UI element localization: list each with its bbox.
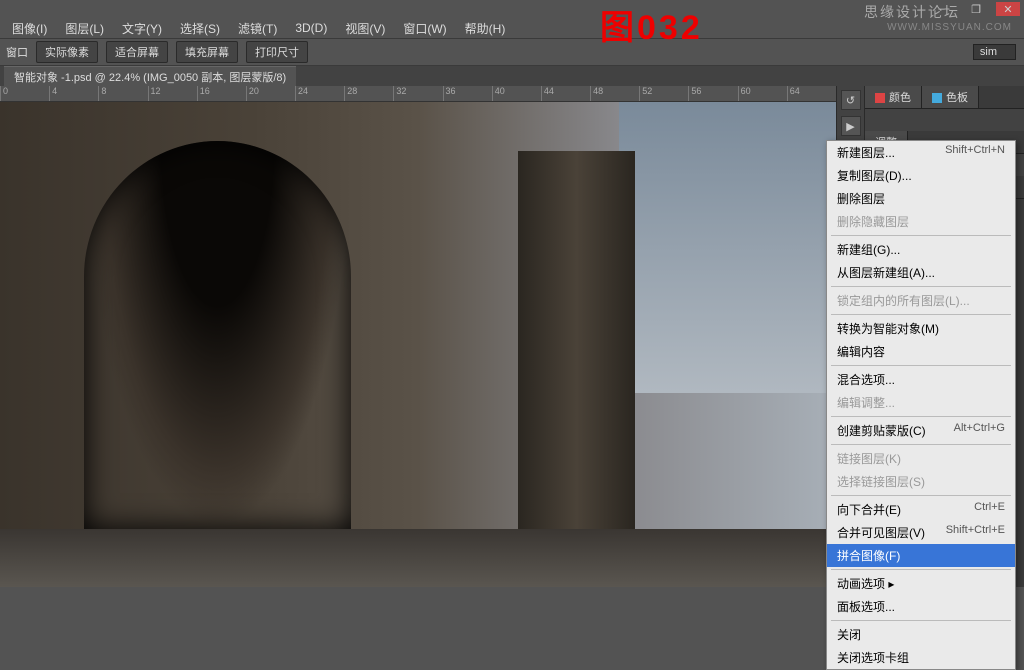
menu-help[interactable]: 帮助(H)	[459, 18, 512, 39]
menu-type[interactable]: 文字(Y)	[116, 18, 168, 39]
ruler-tick: 60	[738, 86, 787, 101]
ruler-tick: 44	[541, 86, 590, 101]
ruler-tick: 16	[197, 86, 246, 101]
context-item[interactable]: 转换为智能对象(M)	[827, 317, 1015, 340]
ruler-tick: 40	[492, 86, 541, 101]
fit-screen-button[interactable]: 适合屏幕	[106, 41, 168, 63]
context-item: 锁定组内的所有图层(L)...	[827, 289, 1015, 312]
menu-3d[interactable]: 3D(D)	[289, 19, 333, 37]
menu-image[interactable]: 图像(I)	[6, 18, 53, 39]
menu-window[interactable]: 窗口(W)	[397, 18, 452, 39]
ruler-tick: 24	[295, 86, 344, 101]
forum-logo: 思缘设计论坛	[864, 2, 960, 22]
context-item[interactable]: 拼合图像(F)	[827, 544, 1015, 567]
maximize-button[interactable]: ❐	[964, 2, 988, 16]
title-bar: 思缘设计论坛 — ❐ ✕	[0, 0, 1024, 18]
overlay-figure-label: 图032	[600, 0, 703, 49]
watermark: WWW.MISSYUAN.COM	[887, 22, 1012, 33]
context-item[interactable]: 合并可见图层(V)Shift+Ctrl+E	[827, 521, 1015, 544]
context-item[interactable]: 复制图层(D)...	[827, 164, 1015, 187]
context-separator	[831, 314, 1011, 315]
options-label: 窗口	[6, 44, 28, 60]
context-separator	[831, 495, 1011, 496]
context-item: 链接图层(K)	[827, 447, 1015, 470]
document-tab-bar: 智能对象 -1.psd @ 22.4% (IMG_0050 副本, 图层蒙版/8…	[0, 66, 1024, 86]
history-icon[interactable]: ↺	[841, 90, 861, 110]
ruler-tick: 52	[639, 86, 688, 101]
menu-select[interactable]: 选择(S)	[174, 18, 226, 39]
context-separator	[831, 365, 1011, 366]
context-item[interactable]: 关闭	[827, 623, 1015, 646]
menu-filter[interactable]: 滤镜(T)	[232, 18, 283, 39]
options-bar: 窗口 实际像素 适合屏幕 填充屏幕 打印尺寸 sim	[0, 38, 1024, 66]
context-separator	[831, 620, 1011, 621]
print-size-button[interactable]: 打印尺寸	[246, 41, 308, 63]
play-icon[interactable]: ▶	[841, 116, 861, 136]
context-item[interactable]: 动画选项 ▸	[827, 572, 1015, 595]
context-item: 选择链接图层(S)	[827, 470, 1015, 493]
context-item[interactable]: 创建剪贴蒙版(C)Alt+Ctrl+G	[827, 419, 1015, 442]
ruler-tick: 0	[0, 86, 49, 101]
ruler-tick: 20	[246, 86, 295, 101]
fill-screen-button[interactable]: 填充屏幕	[176, 41, 238, 63]
context-separator	[831, 569, 1011, 570]
menu-layer[interactable]: 图层(L)	[59, 18, 110, 39]
actual-pixels-button[interactable]: 实际像素	[36, 41, 98, 63]
context-item[interactable]: 新建组(G)...	[827, 238, 1015, 261]
ruler-tick: 32	[393, 86, 442, 101]
ruler-tick: 56	[688, 86, 737, 101]
context-separator	[831, 235, 1011, 236]
context-item[interactable]: 混合选项...	[827, 368, 1015, 391]
context-item[interactable]: 新建图层...Shift+Ctrl+N	[827, 141, 1015, 164]
document-tab[interactable]: 智能对象 -1.psd @ 22.4% (IMG_0050 副本, 图层蒙版/8…	[4, 66, 296, 87]
context-separator	[831, 416, 1011, 417]
context-item[interactable]: 面板选项...	[827, 595, 1015, 618]
panel-color[interactable]: 颜色	[865, 86, 922, 108]
context-separator	[831, 444, 1011, 445]
panel-swatches[interactable]: 色板	[922, 86, 979, 108]
context-item[interactable]: 删除图层	[827, 187, 1015, 210]
ruler-tick: 12	[148, 86, 197, 101]
canvas-area: 0 4 8 12 16 20 24 28 32 36 40 44 48 52 5…	[0, 86, 836, 587]
context-item: 删除隐藏图层	[827, 210, 1015, 233]
ruler-tick: 4	[49, 86, 98, 101]
ruler-tick: 48	[590, 86, 639, 101]
ruler-tick: 8	[98, 86, 147, 101]
context-item[interactable]: 向下合并(E)Ctrl+E	[827, 498, 1015, 521]
context-item: 编辑调整...	[827, 391, 1015, 414]
ruler-tick: 36	[443, 86, 492, 101]
canvas-image[interactable]	[0, 102, 836, 587]
workspace-selector[interactable]: sim	[973, 44, 1016, 60]
menu-view[interactable]: 视图(V)	[339, 18, 391, 39]
context-item[interactable]: 从图层新建组(A)...	[827, 261, 1015, 284]
context-separator	[831, 286, 1011, 287]
context-item[interactable]: 编辑内容	[827, 340, 1015, 363]
context-item[interactable]: 关闭选项卡组	[827, 646, 1015, 669]
layer-context-menu: 新建图层...Shift+Ctrl+N复制图层(D)...删除图层删除隐藏图层新…	[826, 140, 1016, 670]
close-button[interactable]: ✕	[996, 2, 1020, 16]
ruler-tick: 64	[787, 86, 836, 101]
ruler-tick: 28	[344, 86, 393, 101]
horizontal-ruler[interactable]: 0 4 8 12 16 20 24 28 32 36 40 44 48 52 5…	[0, 86, 836, 102]
